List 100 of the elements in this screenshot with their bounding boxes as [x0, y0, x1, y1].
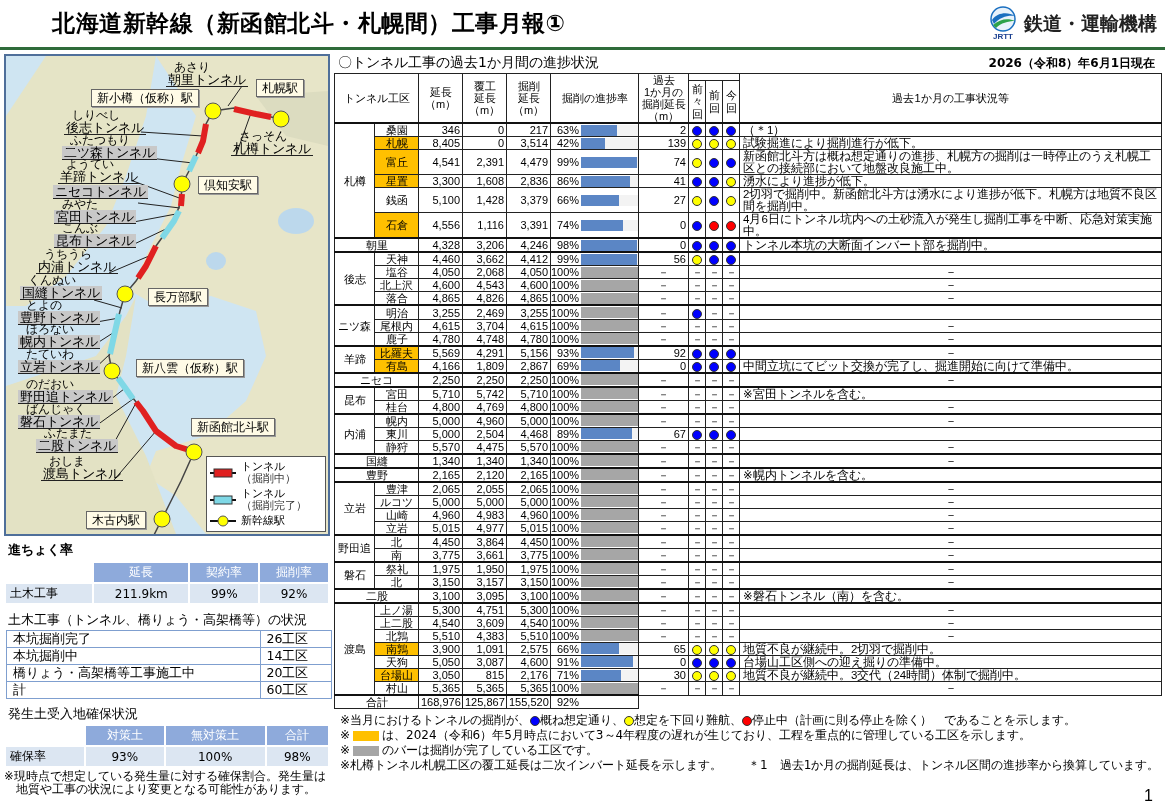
column-header: 延長 — [94, 563, 189, 582]
table-cell: 5,510 — [418, 629, 463, 643]
note-text: は、2024（令和6）年5月時点において3～4年程度の遅れが生じており、工程を重点的に管理している工区を示します。 — [382, 728, 1032, 744]
table-cell: 3,255 — [506, 305, 551, 320]
table-cell: － — [638, 588, 689, 603]
table-cell: 41 — [638, 174, 689, 188]
rate-text: 100% — [551, 454, 581, 467]
table-cell: 2,250 — [462, 372, 507, 387]
reading-text: うちうら — [44, 249, 92, 260]
table-cell: 5,100 — [418, 187, 463, 213]
table-cell: 27 — [638, 187, 689, 213]
rate-text: 100% — [551, 495, 581, 508]
table-cell: 2,068 — [462, 265, 507, 279]
table-cell: － — [739, 265, 1162, 279]
table-cell: － — [638, 602, 689, 617]
table-cell: 4,960 — [418, 508, 463, 522]
note-text: 停止中（計画に則る停止を除く） であることを示します。 — [752, 713, 1077, 729]
table-cell: 2,391 — [462, 149, 507, 175]
table-cell: － — [638, 508, 689, 522]
table-cell: 台場山工区側への迎え掘りの準備中。 — [739, 655, 1162, 669]
table-cell: 合計 — [334, 695, 419, 709]
rate-text: 100% — [551, 616, 581, 629]
table-cell: 上ノ湯 — [374, 602, 419, 617]
table-cell: 4,383 — [462, 629, 507, 643]
table-cell: － — [688, 629, 706, 643]
station-label: 札幌駅 — [256, 79, 304, 97]
reading-text: こんぶ — [62, 223, 98, 234]
table-cell: － — [705, 681, 723, 696]
table-cell: － — [722, 561, 740, 576]
table-cell: － — [722, 319, 740, 333]
table-cell: 3,206 — [462, 238, 507, 253]
table-cell: － — [705, 265, 723, 279]
column-header: 過去1か月の工事状況等 — [891, 92, 1010, 104]
table-cell: 2,120 — [462, 467, 507, 482]
column-header: 覆工 — [472, 80, 497, 92]
table-cell: 2,504 — [462, 427, 507, 441]
rate-text: 100% — [551, 589, 581, 602]
column-header: 延長 — [472, 92, 497, 104]
table-cell: 二股 — [334, 588, 419, 603]
table-cell: ルコツ — [374, 495, 419, 509]
table-cell: 1,975 — [418, 561, 463, 576]
table-cell: 2,469 — [462, 305, 507, 320]
station-marker-icon — [272, 110, 290, 128]
tunnel-segment — [178, 193, 185, 207]
table-cell: 4,468 — [506, 427, 551, 441]
table-cell: 3,864 — [462, 534, 507, 549]
rate-text: 100% — [551, 279, 581, 292]
tunnel-label: 磐石トンネル — [18, 415, 100, 429]
legend-note: （掘削中） — [241, 473, 296, 485]
table-cell: 塩谷 — [374, 265, 419, 279]
table-cell: 4,540 — [506, 616, 551, 630]
reading-text: のだおい — [25, 379, 74, 390]
note-text: ※当月におけるトンネルの掘削が、 — [340, 713, 531, 729]
table-cell: 3,379 — [506, 187, 551, 213]
station-marker-icon — [173, 175, 191, 193]
table-cell: － — [638, 561, 689, 576]
table-cell: ※磐石トンネル（南）を含む。 — [739, 588, 1162, 603]
table-cell: 4,751 — [462, 602, 507, 617]
table-cell: － — [739, 319, 1162, 333]
table-cell: 4,600 — [418, 278, 463, 292]
group-cell: 後志 — [334, 252, 375, 306]
table-cell: － — [705, 588, 723, 603]
table-cell: － — [705, 278, 723, 292]
table-cell: 98% — [266, 747, 328, 766]
row-header: 土木工事 — [6, 584, 93, 603]
table-cell: － — [739, 534, 1162, 549]
table-cell: － — [688, 265, 706, 279]
station-label: 倶知安駅 — [198, 176, 258, 194]
table-cell: 北上沢 — [374, 278, 419, 292]
tunnel-label: 立岩トンネル — [18, 360, 100, 374]
table-cell: － — [638, 413, 689, 428]
rate-text: 66% — [555, 642, 580, 655]
table-cell: － — [705, 305, 723, 320]
rate-text: 100% — [551, 400, 581, 413]
reading-text: たていわ — [26, 349, 74, 360]
tunnel-label: 内浦トンネル — [36, 260, 118, 274]
column-header: 契約率 — [190, 563, 259, 582]
leader-line — [227, 85, 243, 107]
rate-text: 86% — [555, 175, 580, 188]
table-cell: － — [688, 319, 706, 333]
table-cell: － — [722, 386, 740, 401]
station-marker-icon — [103, 362, 121, 380]
table-cell: 8,405 — [418, 136, 463, 150]
table-cell: 217 — [506, 123, 551, 137]
legend-label: トンネル — [241, 488, 286, 500]
table-cell: － — [705, 481, 723, 496]
tunnel-label: 野田追トンネル — [18, 390, 113, 404]
reading-text: ようてい — [66, 159, 114, 170]
table-cell: － — [638, 481, 689, 496]
table-cell: 1,340 — [506, 453, 551, 468]
table-cell: 100% — [165, 747, 265, 766]
rate-text: 89% — [555, 427, 580, 440]
table-cell: 祭礼 — [374, 561, 419, 576]
rate-text: 100% — [551, 682, 581, 695]
station-symbol-icon — [210, 515, 236, 527]
table-cell: － — [722, 495, 740, 509]
table-cell: － — [722, 588, 740, 603]
table-cell: － — [705, 561, 723, 576]
table-cell: 4,615 — [418, 319, 463, 333]
table-cell: 0 — [462, 123, 507, 137]
